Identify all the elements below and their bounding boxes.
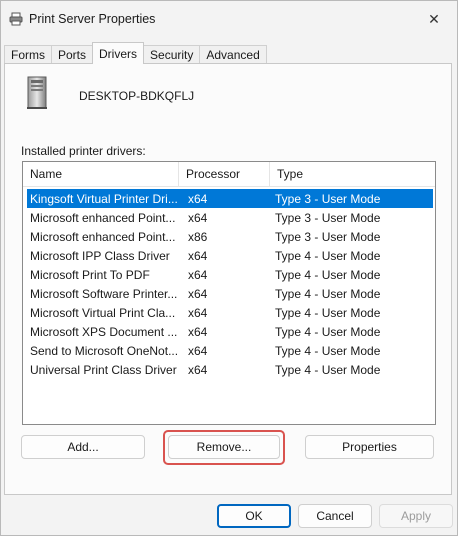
close-button[interactable]: ✕ <box>411 1 457 37</box>
driver-type: Type 4 - User Mode <box>275 362 381 377</box>
driver-row[interactable]: Universal Print Class Driver x64 Type 4 … <box>27 360 435 379</box>
driver-processor: x64 <box>188 324 208 339</box>
driver-type: Type 4 - User Mode <box>275 305 381 320</box>
driver-row[interactable]: Microsoft enhanced Point... x64 Type 3 -… <box>27 208 435 227</box>
driver-row[interactable]: Microsoft IPP Class Driver x64 Type 4 - … <box>27 246 435 265</box>
tab-advanced[interactable]: Advanced <box>199 45 267 64</box>
driver-name: Microsoft enhanced Point... <box>30 210 176 225</box>
list-header: Name Processor Type <box>23 162 435 187</box>
driver-processor: x64 <box>188 343 208 358</box>
driver-processor: x64 <box>188 362 208 377</box>
driver-name: Microsoft enhanced Point... <box>30 229 176 244</box>
driver-name: Microsoft Print To PDF <box>30 267 150 282</box>
driver-type: Type 4 - User Mode <box>275 343 381 358</box>
column-header-processor[interactable]: Processor <box>179 162 270 186</box>
driver-processor: x64 <box>188 286 208 301</box>
driver-type: Type 3 - User Mode <box>275 210 381 225</box>
driver-name: Universal Print Class Driver <box>30 362 177 377</box>
driver-processor: x64 <box>188 305 208 320</box>
driver-name: Microsoft Software Printer... <box>30 286 178 301</box>
server-name: DESKTOP-BDKQFLJ <box>79 89 195 103</box>
print-server-properties-window: Print Server Properties ✕ Forms Ports Dr… <box>0 0 458 536</box>
driver-name: Kingsoft Virtual Printer Dri... <box>30 191 178 206</box>
tab-ports[interactable]: Ports <box>51 45 94 64</box>
computer-tower-icon <box>27 76 47 109</box>
tab-forms[interactable]: Forms <box>4 45 52 64</box>
cancel-button[interactable]: Cancel <box>298 504 372 528</box>
driver-type: Type 4 - User Mode <box>275 248 381 263</box>
column-header-type[interactable]: Type <box>270 162 435 186</box>
drivers-list[interactable]: Name Processor Type Kingsoft Virtual Pri… <box>22 161 436 425</box>
close-icon: ✕ <box>428 10 440 27</box>
driver-name: Microsoft IPP Class Driver <box>30 248 170 263</box>
ok-button[interactable]: OK <box>217 504 291 528</box>
driver-name: Microsoft Virtual Print Cla... <box>30 305 176 320</box>
remove-driver-button[interactable]: Remove... <box>168 435 280 459</box>
window-title: Print Server Properties <box>29 12 156 26</box>
column-header-name[interactable]: Name <box>23 162 179 186</box>
title-bar: Print Server Properties ✕ <box>1 1 457 37</box>
driver-name: Send to Microsoft OneNot... <box>30 343 179 358</box>
driver-type: Type 4 - User Mode <box>275 267 381 282</box>
driver-type: Type 4 - User Mode <box>275 324 381 339</box>
driver-processor: x64 <box>188 248 208 263</box>
driver-processor: x64 <box>188 267 208 282</box>
driver-row[interactable]: Microsoft XPS Document ... x64 Type 4 - … <box>27 322 435 341</box>
driver-processor: x64 <box>188 210 208 225</box>
printer-icon <box>9 12 23 26</box>
driver-row[interactable]: Microsoft Virtual Print Cla... x64 Type … <box>27 303 435 322</box>
driver-type: Type 4 - User Mode <box>275 286 381 301</box>
installed-drivers-label: Installed printer drivers: <box>21 144 146 158</box>
tab-security[interactable]: Security <box>143 45 201 64</box>
driver-type: Type 3 - User Mode <box>275 229 381 244</box>
tab-strip: Forms Ports Drivers Security Advanced <box>4 42 267 64</box>
driver-row[interactable]: Microsoft Print To PDF x64 Type 4 - User… <box>27 265 435 284</box>
driver-processor: x86 <box>188 229 208 244</box>
driver-rows: Kingsoft Virtual Printer Dri... x64 Type… <box>27 189 435 379</box>
driver-row[interactable]: Kingsoft Virtual Printer Dri... x64 Type… <box>27 189 433 208</box>
driver-row[interactable]: Send to Microsoft OneNot... x64 Type 4 -… <box>27 341 435 360</box>
add-driver-button[interactable]: Add... <box>21 435 145 459</box>
driver-row[interactable]: Microsoft enhanced Point... x86 Type 3 -… <box>27 227 435 246</box>
apply-button[interactable]: Apply <box>379 504 453 528</box>
driver-type: Type 3 - User Mode <box>275 191 381 206</box>
tab-drivers[interactable]: Drivers <box>92 42 145 64</box>
driver-row[interactable]: Microsoft Software Printer... x64 Type 4… <box>27 284 435 303</box>
driver-properties-button[interactable]: Properties <box>305 435 434 459</box>
driver-processor: x64 <box>188 191 208 206</box>
driver-name: Microsoft XPS Document ... <box>30 324 178 339</box>
